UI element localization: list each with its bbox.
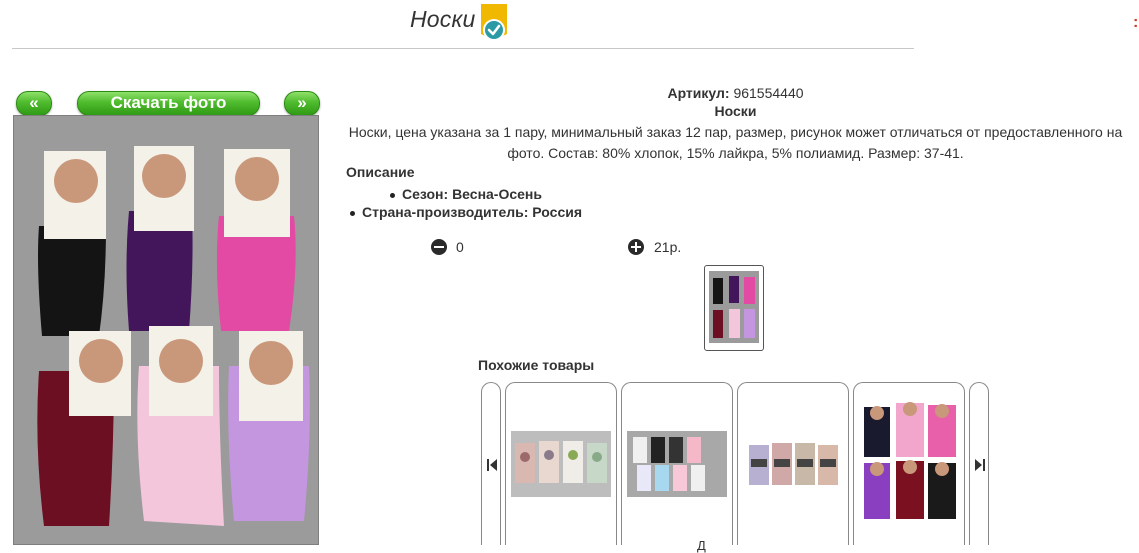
similar-product-card[interactable] (621, 382, 733, 545)
bullet-icon (390, 192, 395, 198)
page-title: Носки (410, 6, 476, 32)
similar-product-card[interactable] (737, 382, 849, 545)
header-divider (12, 48, 914, 49)
product-photo[interactable] (13, 115, 319, 545)
quantity-value: 0 (456, 239, 464, 255)
download-photo-button[interactable]: Скачать фото (77, 91, 260, 116)
detail-item: Страна-производитель: Россия (350, 204, 582, 220)
arrow-right-icon (975, 459, 985, 471)
article-line: Артикул: 961554440 (332, 84, 1139, 102)
price-value: 21р. (654, 239, 682, 255)
prev-photo-button[interactable]: « (16, 91, 52, 116)
product-name: Носки (714, 103, 757, 119)
next-photo-button[interactable]: » (284, 91, 320, 116)
detail-item: Сезон: Весна-Осень (390, 186, 542, 202)
verified-check-icon (481, 4, 507, 41)
similar-product-image (511, 431, 611, 497)
article-label: Артикул: (667, 85, 730, 101)
arrow-left-icon (487, 459, 497, 471)
bullet-icon (350, 210, 355, 216)
footer-fragment: Д (697, 538, 706, 553)
carousel-prev-button[interactable] (481, 382, 501, 545)
similar-product-image (860, 397, 960, 523)
similar-product-card[interactable] (505, 382, 617, 545)
similar-product-card[interactable] (853, 382, 965, 545)
close-icon[interactable]: : (1133, 14, 1138, 32)
details-title: Описание (346, 164, 415, 180)
product-description: Носки, цена указана за 1 пару, минимальн… (348, 124, 1123, 161)
article-value: 961554440 (733, 85, 804, 101)
similar-products-title: Похожие товары (478, 357, 595, 373)
similar-product-image (627, 431, 727, 497)
product-info: Артикул: 961554440 Носки Носки, цена ука… (332, 84, 1139, 164)
similar-product-image (743, 431, 843, 497)
product-thumbnail[interactable] (704, 265, 764, 351)
plus-icon[interactable] (628, 239, 644, 255)
carousel-next-button[interactable] (969, 382, 989, 545)
minus-icon[interactable] (431, 239, 447, 255)
